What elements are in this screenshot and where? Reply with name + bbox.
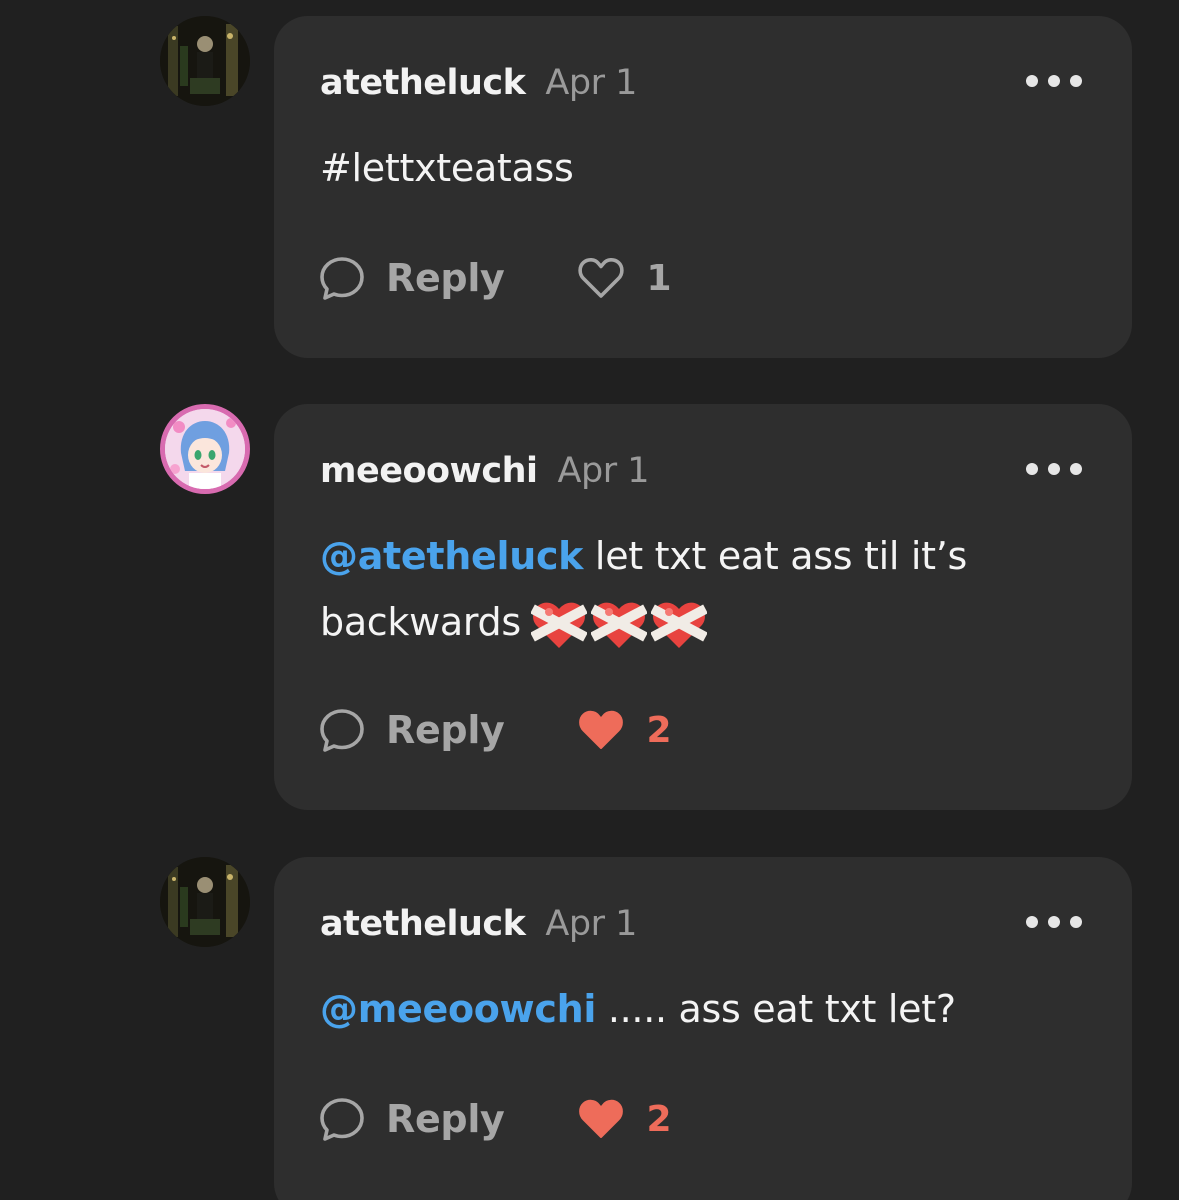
comment-text: @atetheluck let txt eat ass til it’s bac… bbox=[320, 523, 1012, 655]
heart-outline-icon bbox=[577, 258, 624, 298]
timestamp: Apr 1 bbox=[545, 63, 637, 103]
timestamp: Apr 1 bbox=[545, 904, 637, 944]
comment-card: atetheluck Apr 1 @meeoowchi ..... ass ea… bbox=[274, 857, 1132, 1200]
like-button[interactable]: 1 bbox=[577, 256, 672, 300]
mending-heart-emoji-icon bbox=[590, 602, 647, 648]
reply-button[interactable]: Reply bbox=[318, 706, 505, 754]
reply-button[interactable]: Reply bbox=[318, 1095, 505, 1143]
comment-text: @meeoowchi ..... ass eat txt let? bbox=[320, 976, 1012, 1042]
comment-actions: Reply 1 bbox=[318, 250, 672, 306]
more-options-icon[interactable] bbox=[1026, 461, 1082, 477]
comment-actions: Reply 2 bbox=[318, 1091, 672, 1147]
like-count: 2 bbox=[646, 1098, 672, 1140]
comment-header: atetheluck Apr 1 bbox=[320, 904, 637, 948]
comment-body: #lettxteatass bbox=[320, 146, 574, 190]
emoji-group bbox=[530, 598, 711, 652]
heart-filled-icon bbox=[578, 1099, 623, 1138]
heart-filled-icon bbox=[578, 710, 623, 749]
more-options-icon[interactable] bbox=[1026, 914, 1082, 930]
reply-label: Reply bbox=[386, 708, 505, 752]
more-options-icon[interactable] bbox=[1026, 73, 1082, 89]
comment-header: meeoowchi Apr 1 bbox=[320, 451, 649, 495]
like-button[interactable]: 2 bbox=[577, 1097, 672, 1141]
avatar-anime-character-icon bbox=[165, 409, 245, 489]
mending-heart-emoji-icon bbox=[650, 602, 707, 648]
like-count: 1 bbox=[646, 257, 672, 299]
avatar[interactable] bbox=[160, 857, 250, 947]
avatar-dark-photo-icon bbox=[160, 16, 250, 106]
reply-label: Reply bbox=[386, 1097, 505, 1141]
speech-bubble-icon bbox=[320, 257, 364, 300]
comment-thread: atetheluck Apr 1 #lettxteatass Reply 1 m… bbox=[0, 0, 1179, 1200]
reply-button[interactable]: Reply bbox=[318, 254, 505, 302]
comment-actions: Reply 2 bbox=[318, 702, 672, 758]
username[interactable]: atetheluck bbox=[320, 904, 526, 944]
username[interactable]: meeoowchi bbox=[320, 451, 538, 491]
comment-card: meeoowchi Apr 1 @atetheluck let txt eat … bbox=[274, 404, 1132, 810]
comment-header: atetheluck Apr 1 bbox=[320, 63, 637, 107]
speech-bubble-icon bbox=[320, 1098, 364, 1141]
timestamp: Apr 1 bbox=[557, 451, 650, 491]
mention-link[interactable]: @atetheluck bbox=[320, 534, 583, 578]
mending-heart-emoji-icon bbox=[530, 602, 587, 648]
comment-card: atetheluck Apr 1 #lettxteatass Reply 1 bbox=[274, 16, 1132, 358]
comment-body: ..... ass eat txt let? bbox=[596, 987, 956, 1031]
avatar[interactable] bbox=[160, 16, 250, 106]
speech-bubble-icon bbox=[320, 709, 364, 752]
avatar[interactable] bbox=[160, 404, 250, 494]
like-button[interactable]: 2 bbox=[577, 708, 672, 752]
comment-text: #lettxteatass bbox=[320, 135, 1012, 201]
like-count: 2 bbox=[646, 709, 672, 751]
avatar-dark-photo-icon bbox=[160, 857, 250, 947]
username[interactable]: atetheluck bbox=[320, 63, 526, 103]
mention-link[interactable]: @meeoowchi bbox=[320, 987, 596, 1031]
reply-label: Reply bbox=[386, 256, 505, 300]
